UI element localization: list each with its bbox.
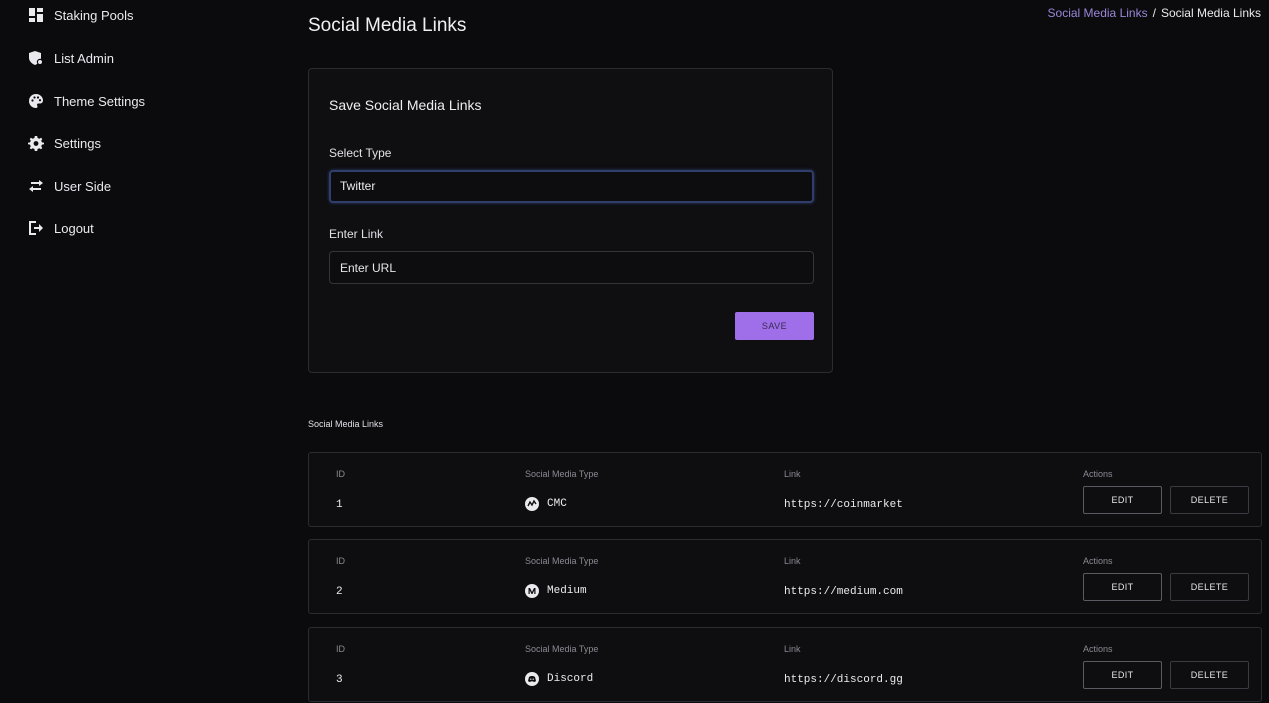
page-title: Social Media Links xyxy=(308,15,467,36)
admin-shield-icon xyxy=(28,50,44,66)
breadcrumb: Social Media Links / Social Media Links xyxy=(1048,6,1261,20)
row-id: 3 xyxy=(336,674,343,686)
row-link: https://medium.com xyxy=(784,586,903,598)
edit-button[interactable]: EDIT xyxy=(1083,661,1162,689)
breadcrumb-current: Social Media Links xyxy=(1160,6,1261,20)
header-id: ID xyxy=(336,556,345,566)
table-row: ID Social Media Type Link Actions 1 CMC … xyxy=(308,452,1262,527)
header-type: Social Media Type xyxy=(525,556,599,566)
type-select[interactable]: Twitter xyxy=(329,170,814,203)
row-type: Medium xyxy=(525,584,587,598)
breadcrumb-link[interactable]: Social Media Links xyxy=(1048,6,1148,20)
sidebar-item-list-admin[interactable]: List Admin xyxy=(28,50,114,66)
card-title: Save Social Media Links xyxy=(329,97,482,113)
swap-arrows-icon xyxy=(28,178,44,194)
sidebar-item-label: List Admin xyxy=(54,50,114,66)
header-type: Social Media Type xyxy=(525,644,599,654)
row-type: Discord xyxy=(525,672,593,686)
palette-icon xyxy=(28,93,44,109)
table-row: ID Social Media Type Link Actions 3 Disc… xyxy=(308,627,1262,702)
row-link: https://coinmarket xyxy=(784,499,903,511)
sidebar-item-label: Staking Pools xyxy=(54,7,134,23)
sidebar-item-label: Settings xyxy=(54,135,101,151)
sidebar: Staking Pools List Admin Theme Settings … xyxy=(0,0,280,703)
sidebar-item-label: Theme Settings xyxy=(54,93,146,109)
edit-button[interactable]: EDIT xyxy=(1083,573,1162,601)
sidebar-item-settings[interactable]: Settings xyxy=(28,135,101,151)
gear-icon xyxy=(28,135,44,151)
row-id: 2 xyxy=(336,586,343,598)
sidebar-item-staking-pools[interactable]: Staking Pools xyxy=(28,7,134,23)
medium-icon xyxy=(525,584,539,598)
row-type-label: Medium xyxy=(547,585,587,597)
header-link: Link xyxy=(784,469,801,479)
header-type: Social Media Type xyxy=(525,469,599,479)
table-row: ID Social Media Type Link Actions 2 Medi… xyxy=(308,539,1262,614)
sidebar-item-label: User Side xyxy=(54,178,112,194)
logout-icon xyxy=(28,220,44,236)
header-id: ID xyxy=(336,644,345,654)
row-link: https://discord.gg xyxy=(784,674,903,686)
row-type-label: CMC xyxy=(547,498,567,510)
breadcrumb-separator: / xyxy=(1152,6,1156,20)
sidebar-item-theme-settings[interactable]: Theme Settings xyxy=(28,93,145,109)
url-input[interactable] xyxy=(329,251,814,284)
header-actions: Actions xyxy=(1083,556,1113,566)
row-type: CMC xyxy=(525,497,567,511)
edit-button[interactable]: EDIT xyxy=(1083,486,1162,514)
coinmarketcap-icon xyxy=(525,497,539,511)
header-actions: Actions xyxy=(1083,469,1113,479)
select-type-label: Select Type xyxy=(329,146,392,160)
discord-icon xyxy=(525,672,539,686)
header-id: ID xyxy=(336,469,345,479)
dashboard-icon xyxy=(28,7,44,23)
row-type-label: Discord xyxy=(547,673,594,685)
sidebar-item-label: Logout xyxy=(54,220,94,236)
row-id: 1 xyxy=(336,499,343,511)
sidebar-item-user-side[interactable]: User Side xyxy=(28,178,111,194)
save-links-card: Save Social Media Links Select Type Twit… xyxy=(308,68,833,373)
enter-link-label: Enter Link xyxy=(329,227,384,241)
delete-button[interactable]: DELETE xyxy=(1170,573,1249,601)
table-title: Social Media Links xyxy=(308,419,384,429)
delete-button[interactable]: DELETE xyxy=(1170,486,1249,514)
header-link: Link xyxy=(784,644,801,654)
sidebar-item-logout[interactable]: Logout xyxy=(28,220,94,236)
save-button[interactable]: SAVE xyxy=(735,312,814,340)
header-actions: Actions xyxy=(1083,644,1113,654)
header-link: Link xyxy=(784,556,801,566)
delete-button[interactable]: DELETE xyxy=(1170,661,1249,689)
